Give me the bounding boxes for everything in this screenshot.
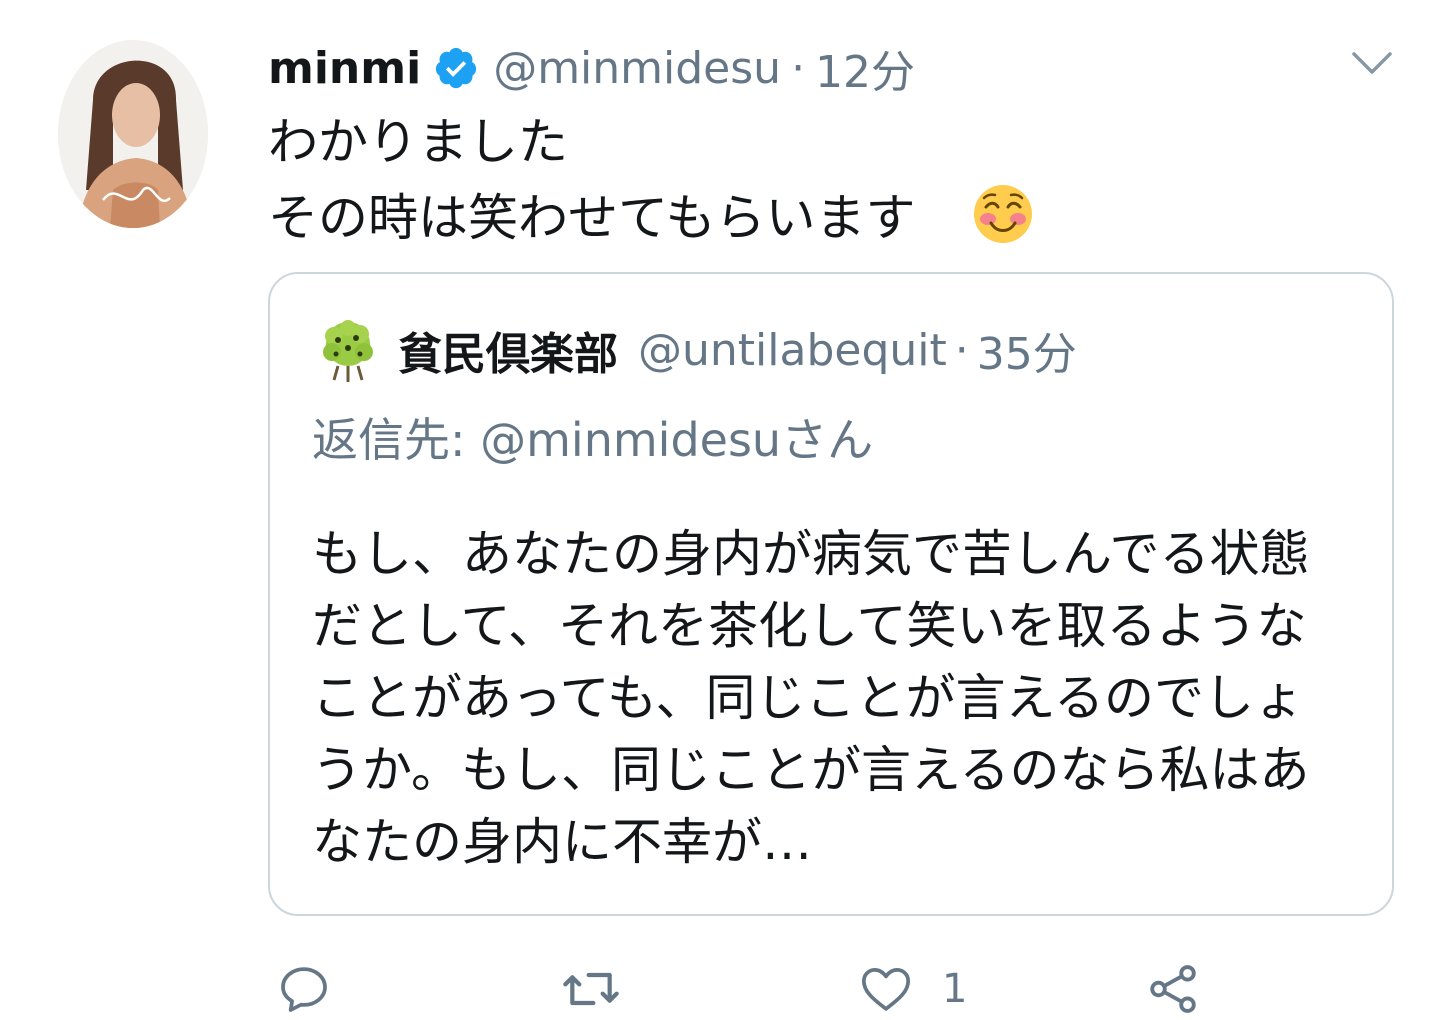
quoted-tweet-text: もし、あなたの身内が病気で苦しんでる状態だとして、それを茶化して笑いを取るような… [312, 525, 1310, 871]
like-icon [858, 961, 914, 1017]
tweet-header: minmi @minmidesu · 12分 [268, 36, 915, 100]
quoted-user-handle[interactable]: @untilabequit [638, 325, 947, 376]
reply-button[interactable] [276, 958, 332, 1020]
reply-to-line: 返信先: @minmidesuさん [312, 404, 873, 470]
separator-dot: · [791, 42, 806, 94]
share-button[interactable] [1144, 958, 1202, 1020]
tweet-line: その時は笑わせてもらいます [268, 189, 916, 247]
verified-badge-icon [433, 45, 479, 91]
retweet-button[interactable] [560, 958, 622, 1020]
tweet-line: わかりました [268, 113, 568, 171]
avatar[interactable] [58, 40, 208, 228]
tweet-actions: 1 [268, 958, 1394, 1020]
quoted-tweet[interactable]: 貧民倶楽部 @untilabequit · 35分 返信先: @minmides… [268, 272, 1394, 916]
tweet-text: わかりました その時は笑わせてもらいます [268, 104, 1368, 256]
chevron-down-icon[interactable] [1350, 48, 1394, 78]
quoted-display-name[interactable]: 貧民倶楽部 [398, 318, 618, 382]
tweet[interactable]: minmi @minmidesu · 12分 わかりました その時は笑わせてもら… [0, 0, 1440, 1020]
quoted-timestamp[interactable]: 35分 [977, 318, 1077, 382]
reply-to-label: 返信先: [312, 413, 466, 467]
separator-dot: · [954, 324, 969, 376]
retweet-icon [560, 961, 622, 1017]
like-count: 1 [942, 966, 968, 1012]
tweet-timestamp[interactable]: 12分 [815, 36, 915, 100]
quoted-tweet-header: 貧民倶楽部 @untilabequit · 35分 [312, 314, 1077, 386]
share-icon [1144, 960, 1202, 1018]
quoted-avatar [312, 314, 384, 386]
display-name[interactable]: minmi [268, 43, 421, 94]
reply-icon [276, 961, 332, 1017]
tweet-line-with-emoji: その時は笑わせてもらいます [268, 180, 1368, 256]
like-button[interactable]: 1 [858, 958, 967, 1020]
smiling-face-emoji-icon [972, 183, 1034, 245]
reply-to-handle[interactable]: @minmidesuさん [480, 413, 873, 467]
user-handle[interactable]: @minmidesu [493, 43, 781, 94]
